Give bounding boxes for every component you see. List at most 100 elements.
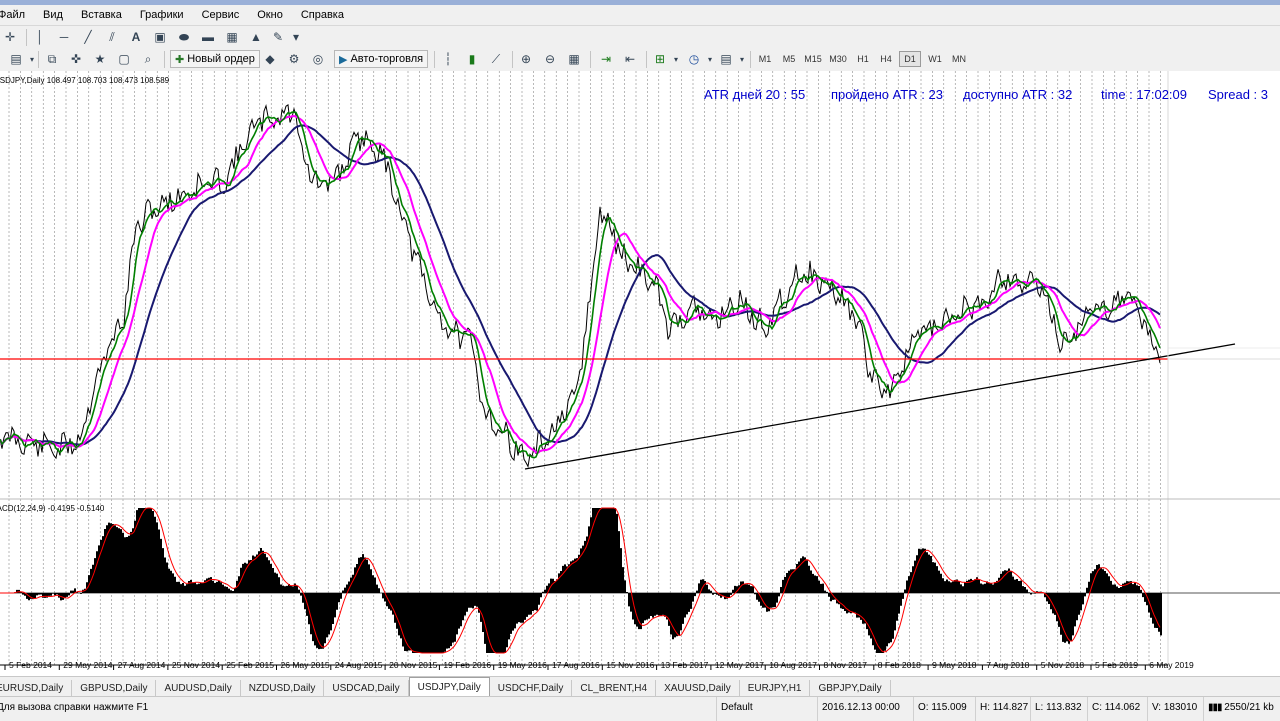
tab-eurusd[interactable]: EURUSD,Daily (0, 680, 73, 697)
toolbar-separator (512, 51, 513, 68)
tab-cl-brent[interactable]: CL_BRENT,H4 (572, 680, 657, 697)
atr-days-text: ATR дней 20 : 55 (704, 87, 805, 102)
timeframe-m5[interactable]: M5 (778, 51, 800, 67)
arrow-icon[interactable]: ✎ (270, 29, 286, 45)
status-volume: V: 183010 (1147, 697, 1202, 721)
tab-xauusd[interactable]: XAUUSD,Daily (656, 680, 740, 697)
zoom-out-icon[interactable]: ⊖ (542, 51, 558, 67)
timeframe-d1[interactable]: D1 (899, 51, 921, 67)
toolbar-separator (38, 51, 39, 68)
toolbar-separator (164, 51, 165, 68)
toolbar-separator (26, 29, 27, 46)
tab-gbpjpy[interactable]: GBPJPY,Daily (810, 680, 891, 697)
menu-file[interactable]: Файл (0, 5, 34, 25)
horizontal-line-icon[interactable]: ─ (56, 29, 72, 45)
status-close: C: 114.062 (1087, 697, 1150, 721)
status-traffic-label: 2550/21 kb (1224, 702, 1274, 713)
zoom-in-icon[interactable]: ⊕ (518, 51, 534, 67)
text-tool-icon[interactable]: A (128, 29, 144, 45)
status-open: O: 115.009 (913, 697, 976, 721)
new-order-button[interactable]: ✚ Новый ордер (170, 50, 260, 68)
crosshair-icon[interactable]: ✛ (2, 29, 18, 45)
timeframe-m1[interactable]: M1 (754, 51, 776, 67)
new-chart-icon[interactable]: ▤ (8, 51, 24, 67)
timeframe-m15[interactable]: M15 (802, 51, 824, 67)
timeframe-h4[interactable]: H4 (875, 51, 897, 67)
status-traffic: ▮▮▮ 2550/21 kb (1203, 697, 1280, 721)
menu-tools[interactable]: Сервис (193, 5, 249, 25)
menu-insert[interactable]: Вставка (72, 5, 131, 25)
indicators-icon[interactable]: ⊞ (652, 51, 668, 67)
price-area (0, 71, 1280, 666)
indicators-dropdown-icon[interactable]: ▾ (668, 51, 684, 67)
channel-icon[interactable]: ⫽ (104, 29, 120, 45)
profiles-icon[interactable]: ⧉ (44, 51, 60, 67)
ellipse-icon[interactable]: ⬬ (176, 29, 192, 45)
menu-window[interactable]: Окно (248, 5, 292, 25)
trend-line[interactable] (524, 343, 1236, 470)
tile-windows-icon[interactable]: ▦ (566, 51, 582, 67)
templates-dropdown-icon[interactable]: ▾ (734, 51, 750, 67)
options-icon[interactable]: ⚙ (286, 51, 302, 67)
text-label-icon[interactable]: ▣ (152, 29, 168, 45)
tab-usdcad[interactable]: USDCAD,Daily (324, 680, 409, 697)
tab-eurjpy[interactable]: EURJPY,H1 (740, 680, 811, 697)
tab-usdchf[interactable]: USDCHF,Daily (490, 680, 573, 697)
autotrading-icon: ▶ (339, 53, 348, 66)
chart-tabs: EURUSD,Daily GBPUSD,Daily AUDUSD,Daily N… (0, 676, 1280, 697)
standard-toolbar: ▤ ▾ ⧉ ✜ ★ ▢ ⌕ ✚ Новый ордер ◆ ⚙ ◎ ▶ Авто-т… (0, 48, 1280, 72)
status-datetime: 2016.12.13 00:00 (817, 697, 912, 721)
price-series (0, 103, 1161, 468)
templates-icon[interactable]: ▤ (718, 51, 734, 67)
tester-icon[interactable]: ⌕ (140, 51, 156, 67)
trendline-icon[interactable]: ╱ (80, 29, 96, 45)
periods-dropdown-icon[interactable]: ▾ (702, 51, 718, 67)
chart-header: USDJPY,Daily 108.497 108.703 108.473 108… (0, 76, 170, 85)
tab-gbpusd[interactable]: GBPUSD,Daily (72, 680, 157, 697)
signals-icon[interactable]: ◎ (310, 51, 326, 67)
timeframe-mn[interactable]: MN (948, 51, 970, 67)
toolbar-separator (646, 51, 647, 68)
tab-audusd[interactable]: AUDUSD,Daily (156, 680, 241, 697)
menu-bar: Файл Вид Вставка Графики Сервис Окно Спр… (0, 5, 1280, 26)
new-order-icon: ✚ (175, 53, 185, 66)
toolbar-separator (434, 51, 435, 68)
metaeditor-icon[interactable]: ◆ (262, 51, 278, 67)
autotrading-button[interactable]: ▶ Авто-торговля (334, 50, 429, 68)
navigator-icon[interactable]: ★ (92, 51, 108, 67)
terminal-icon[interactable]: ▢ (116, 51, 132, 67)
autoscroll-icon[interactable]: ⇥ (598, 51, 614, 67)
ma-mid-line (0, 114, 1161, 454)
new-order-label: Новый ордер (187, 53, 255, 65)
price-chart-canvas[interactable]: 5 Feb 2014 29 May 2014 27 Aug 2014 25 Nov 2… (0, 71, 1280, 676)
more-tools-icon[interactable]: ▾ (288, 29, 304, 45)
time-text: time : 17:02:09 (1101, 87, 1187, 102)
toolbar-separator (590, 51, 591, 68)
tab-usdjpy[interactable]: USDJPY,Daily (408, 677, 490, 697)
rectangle-icon[interactable]: ▬ (200, 29, 216, 45)
macd-pane (0, 507, 1280, 654)
menu-help[interactable]: Справка (292, 5, 353, 25)
autotrading-label: Авто-торговля (350, 53, 424, 65)
chart-window[interactable]: 5 Feb 2014 29 May 2014 27 Aug 2014 25 Nov 2… (0, 71, 1280, 676)
fibo-icon[interactable]: ▦ (224, 29, 240, 45)
triangle-icon[interactable]: ▲ (248, 29, 264, 45)
menu-view[interactable]: Вид (34, 5, 72, 25)
timeframe-m30[interactable]: M30 (827, 51, 849, 67)
status-profile[interactable]: Default (716, 697, 815, 721)
bar-chart-icon[interactable]: ┆ (440, 51, 456, 67)
periods-clock-icon[interactable]: ◷ (686, 51, 702, 67)
market-watch-icon[interactable]: ✜ (68, 51, 84, 67)
status-low: L: 113.832 (1030, 697, 1095, 721)
menu-charts[interactable]: Графики (131, 5, 193, 25)
connection-icon: ▮▮▮ (1208, 702, 1222, 713)
tab-nzdusd[interactable]: NZDUSD,Daily (241, 680, 325, 697)
chart-shift-icon[interactable]: ⇤ (622, 51, 638, 67)
status-help: Для вызова справки нажмите F1 (0, 702, 149, 713)
candlestick-icon[interactable]: ▮ (464, 51, 480, 67)
timeframe-h1[interactable]: H1 (852, 51, 874, 67)
timeframe-w1[interactable]: W1 (924, 51, 946, 67)
atr-info-panel: ATR дней 20 : 55 пройдено ATR : 23 досту… (704, 87, 1268, 102)
vertical-line-icon[interactable]: │ (32, 29, 48, 45)
line-chart-icon[interactable]: ⟋ (488, 51, 504, 67)
